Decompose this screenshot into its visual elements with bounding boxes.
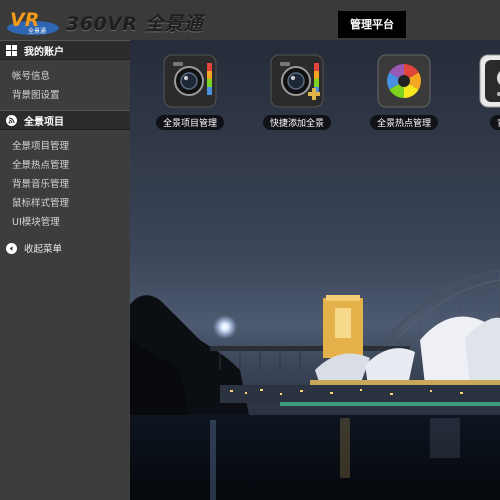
collapse-menu-button[interactable]: 收起菜单 [0,237,130,259]
sidebar-item-hotspot-management[interactable]: 全景热点管理 [0,156,130,175]
music-app-icon [479,54,500,108]
tile-label: 快捷添加全景 [262,115,331,130]
sidebar-item-background-settings[interactable]: 背景图设置 [0,86,130,105]
tile-label: 全景项目管理 [155,115,224,130]
sidebar-section-title: 全景项目 [24,116,64,128]
camera-add-app-icon [270,54,324,108]
tab-admin-platform[interactable]: 管理平台 [338,11,406,38]
sidebar-section-body: 全景项目管理 全景热点管理 背景音乐管理 鼠标样式管理 UI模块管理 [0,130,130,237]
sidebar-item-account-info[interactable]: 帐号信息 [0,67,130,86]
logo-badge[interactable]: VR 全景通 [6,6,60,36]
tile-hotspot-management[interactable]: 全景热点管理 [359,54,449,130]
sidebar-section-title: 我的账户 [24,46,64,58]
sidebar-item-music-management[interactable]: 背景音乐管理 [0,175,130,194]
camera-app-icon [163,54,217,108]
aperture-app-icon [377,54,431,108]
sidebar: 我的账户 帐号信息 背景图设置 全景项目 全景项目管理 全景热点管理 背景音乐管… [0,40,130,500]
tile-background[interactable]: 背景 [461,54,500,130]
chevron-left-icon [6,242,17,254]
collapse-menu-label: 收起菜单 [24,244,63,255]
tile-project-management[interactable]: 全景项目管理 [145,54,235,130]
brand-name: 360VR 全景通 [66,13,204,35]
sidebar-item-ui-module-management[interactable]: UI模块管理 [0,213,130,232]
sidebar-item-cursor-management[interactable]: 鼠标样式管理 [0,194,130,213]
sidebar-item-project-management[interactable]: 全景项目管理 [0,137,130,156]
sidebar-section-panorama-projects[interactable]: 全景项目 [0,110,130,130]
tile-label: 全景热点管理 [369,115,438,130]
rss-icon [6,114,17,126]
top-bar: VR 全景通 360VR 全景通 管理平台 [0,0,500,40]
sidebar-section-my-account[interactable]: 我的账户 [0,40,130,60]
main-content: 全景项目管理 快捷添加全景 全景热点管理 [130,40,500,500]
logo-badge-subtext: 全景通 [28,27,46,35]
sidebar-section-body: 帐号信息 背景图设置 [0,60,130,110]
tile-quick-add-panorama[interactable]: 快捷添加全景 [252,54,342,130]
grid-icon [6,44,17,56]
tile-label: 背景 [489,115,500,130]
